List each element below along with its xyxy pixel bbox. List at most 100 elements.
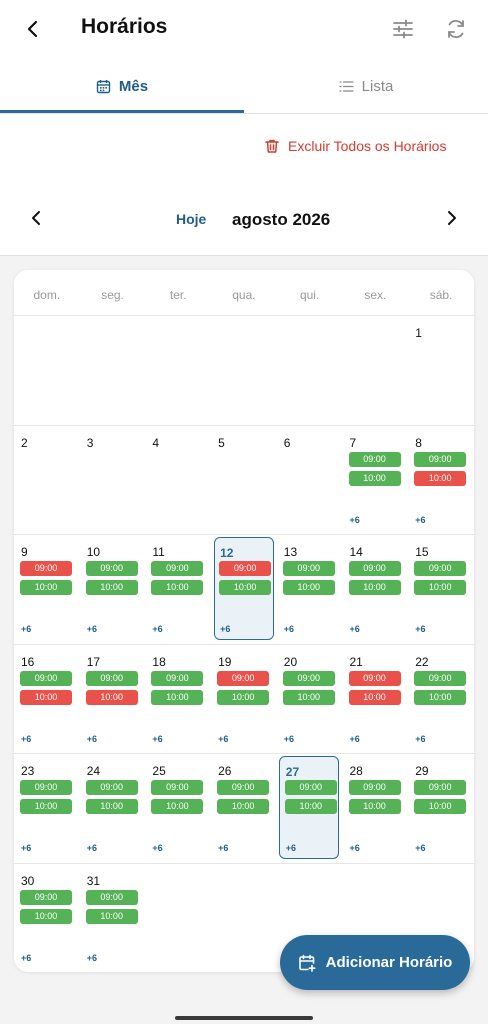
time-slot[interactable]: 10:00 [151,689,204,705]
time-slot[interactable]: 10:00 [85,689,138,705]
more-slots-link[interactable]: +6 [218,734,228,744]
day-cell[interactable]: 12 09:00 10:00 +6 [211,534,277,643]
time-slot[interactable]: 09:00 [284,780,337,795]
time-slot[interactable]: 10:00 [414,470,467,486]
more-slots-link[interactable]: +6 [87,624,97,634]
time-slot[interactable]: 10:00 [151,580,204,595]
more-slots-link[interactable]: +6 [284,624,294,634]
time-slot[interactable]: 10:00 [217,689,270,705]
time-slot[interactable]: 10:00 [414,689,467,705]
add-schedule-button[interactable]: Adicionar Horário [280,935,470,990]
time-slot[interactable]: 09:00 [348,451,401,467]
day-cell[interactable]: 24 09:00 10:00 +6 [80,753,146,862]
time-slot[interactable]: 09:00 [348,780,401,795]
time-slot[interactable]: 10:00 [217,799,270,814]
day-cell[interactable]: 8 09:00 10:00 +6 [408,425,474,534]
time-slot[interactable]: 09:00 [20,889,72,905]
more-slots-link[interactable]: +6 [284,734,294,744]
time-slot[interactable]: 09:00 [85,889,138,905]
day-cell[interactable]: 13 09:00 10:00 +6 [277,534,343,643]
day-cell[interactable]: 25 09:00 10:00 +6 [145,753,211,862]
day-cell[interactable]: 1 [408,315,474,424]
day-cell[interactable]: 18 09:00 10:00 +6 [145,644,211,753]
day-cell[interactable]: 14 09:00 10:00 +6 [343,534,409,643]
back-button[interactable] [20,16,46,42]
time-slot[interactable]: 10:00 [284,799,337,814]
time-slot[interactable]: 10:00 [20,799,72,814]
time-slot[interactable]: 10:00 [85,580,138,595]
day-cell[interactable]: 29 09:00 10:00 +6 [408,753,474,862]
tab-list[interactable]: Lista [244,58,488,114]
previous-month-button[interactable] [24,206,48,230]
time-slot[interactable]: 09:00 [414,670,467,686]
day-cell[interactable]: 19 09:00 10:00 +6 [211,644,277,753]
day-cell[interactable]: 26 09:00 10:00 +6 [211,753,277,862]
day-cell[interactable]: 4 [145,425,211,534]
day-cell[interactable]: 21 09:00 10:00 +6 [343,644,409,753]
time-slot[interactable]: 09:00 [282,561,335,576]
filter-button[interactable] [390,16,416,42]
time-slot[interactable]: 10:00 [348,580,401,595]
more-slots-link[interactable]: +6 [415,624,425,634]
tab-month[interactable]: Mês [0,58,244,114]
more-slots-link[interactable]: +6 [220,624,230,634]
time-slot[interactable]: 10:00 [20,689,72,705]
more-slots-link[interactable]: +6 [415,734,425,744]
more-slots-link[interactable]: +6 [87,843,97,853]
more-slots-link[interactable]: +6 [350,515,360,525]
day-cell[interactable]: 20 09:00 10:00 +6 [277,644,343,753]
time-slot[interactable]: 10:00 [282,580,335,595]
more-slots-link[interactable]: +6 [350,734,360,744]
time-slot[interactable]: 10:00 [414,580,467,595]
time-slot[interactable]: 09:00 [219,561,272,576]
time-slot[interactable]: 09:00 [151,780,204,795]
more-slots-link[interactable]: +6 [350,843,360,853]
day-cell[interactable]: 23 09:00 10:00 +6 [14,753,80,862]
time-slot[interactable]: 09:00 [414,780,467,795]
today-button[interactable]: Hoje [176,211,206,227]
time-slot[interactable]: 09:00 [217,780,270,795]
more-slots-link[interactable]: +6 [152,734,162,744]
time-slot[interactable]: 10:00 [348,799,401,814]
day-cell[interactable]: 22 09:00 10:00 +6 [408,644,474,753]
day-cell[interactable]: 17 09:00 10:00 +6 [80,644,146,753]
day-cell[interactable]: 11 09:00 10:00 +6 [145,534,211,643]
day-cell[interactable]: 15 09:00 10:00 +6 [408,534,474,643]
day-cell[interactable]: 30 09:00 10:00 +6 [14,863,80,972]
time-slot[interactable]: 10:00 [85,799,138,814]
day-cell[interactable]: 10 09:00 10:00 +6 [80,534,146,643]
more-slots-link[interactable]: +6 [415,515,425,525]
time-slot[interactable]: 09:00 [85,670,138,686]
time-slot[interactable]: 09:00 [414,561,467,576]
time-slot[interactable]: 09:00 [20,670,72,686]
refresh-button[interactable] [443,16,469,42]
more-slots-link[interactable]: +6 [21,734,31,744]
day-cell[interactable]: 6 [277,425,343,534]
time-slot[interactable]: 10:00 [348,689,401,705]
more-slots-link[interactable]: +6 [87,953,97,963]
time-slot[interactable]: 09:00 [282,670,335,686]
time-slot[interactable]: 09:00 [151,670,204,686]
next-month-button[interactable] [440,206,464,230]
day-cell[interactable]: 27 09:00 10:00 +6 [277,753,343,862]
time-slot[interactable]: 10:00 [219,580,272,595]
day-cell[interactable]: 28 09:00 10:00 +6 [343,753,409,862]
day-cell[interactable]: 16 09:00 10:00 +6 [14,644,80,753]
time-slot[interactable]: 10:00 [20,580,72,595]
more-slots-link[interactable]: +6 [21,624,31,634]
time-slot[interactable]: 10:00 [85,908,138,924]
time-slot[interactable]: 10:00 [151,799,204,814]
time-slot[interactable]: 09:00 [217,670,270,686]
day-cell[interactable]: 31 09:00 10:00 +6 [80,863,146,972]
more-slots-link[interactable]: +6 [21,843,31,853]
time-slot[interactable]: 10:00 [20,908,72,924]
time-slot[interactable]: 10:00 [348,470,401,486]
day-cell[interactable]: 5 [211,425,277,534]
time-slot[interactable]: 09:00 [348,561,401,576]
more-slots-link[interactable]: +6 [152,624,162,634]
time-slot[interactable]: 09:00 [20,780,72,795]
time-slot[interactable]: 09:00 [85,780,138,795]
time-slot[interactable]: 09:00 [348,670,401,686]
delete-all-button[interactable]: Excluir Todos os Horários [264,138,446,154]
day-cell[interactable]: 7 09:00 10:00 +6 [343,425,409,534]
